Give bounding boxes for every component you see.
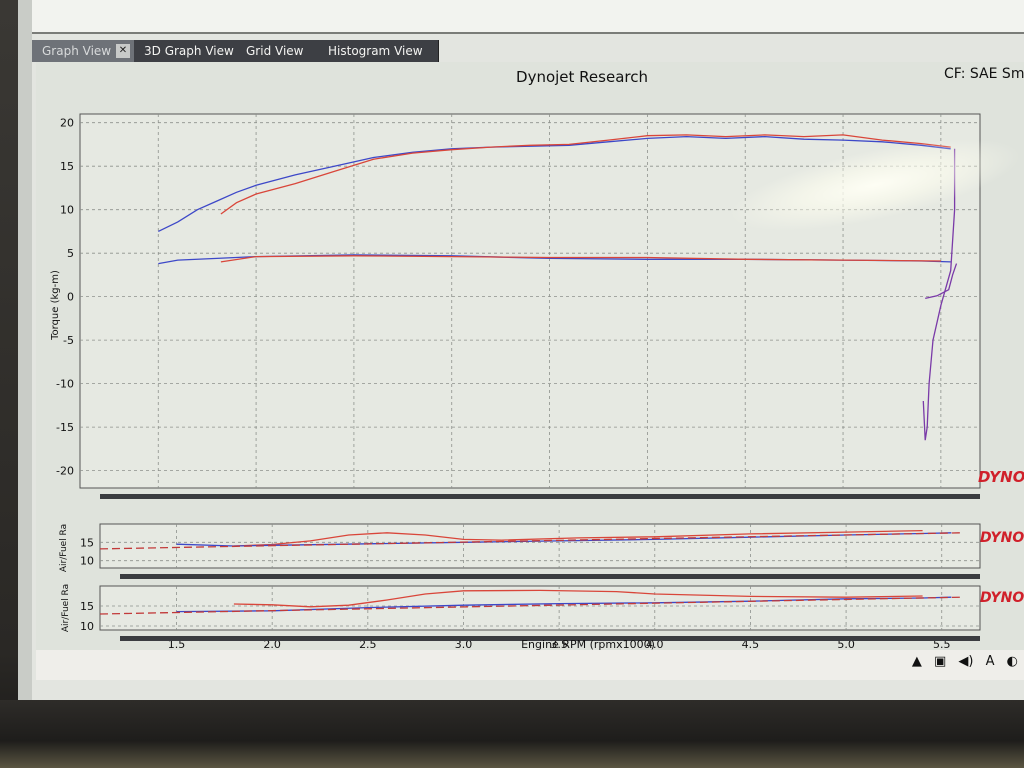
- y-tick-label: -5: [63, 334, 74, 347]
- network-icon[interactable]: ▣: [934, 654, 946, 669]
- y-tick-label: 15: [80, 600, 94, 613]
- correction-factor-label: CF: SAE Sm: [944, 66, 1024, 82]
- dyno-logo-1: DYNO: [978, 468, 1024, 486]
- clock-icon[interactable]: ◐: [1007, 654, 1018, 669]
- y-tick-label: 10: [80, 620, 94, 633]
- panel-divider-bar: [120, 574, 980, 579]
- dyno-logo-3: DYNO: [980, 590, 1024, 606]
- graph-title: Dynojet Research: [516, 68, 648, 86]
- afr2-axis-label: Air/Fuel Ra: [61, 584, 71, 632]
- ime-a-icon[interactable]: A: [986, 654, 995, 669]
- afr1-axis-label: Air/Fuel Ra: [59, 524, 69, 572]
- desk-stand: [0, 700, 1024, 768]
- y-tick-label: -10: [56, 378, 74, 391]
- plot-frame: [79, 113, 981, 489]
- y-tick-label: 10: [60, 204, 74, 217]
- y-tick-label: 15: [80, 536, 94, 549]
- y-tick-label: 15: [60, 160, 74, 173]
- y-tick-label: 5: [67, 247, 74, 260]
- plot-frame: [99, 585, 981, 631]
- dyno-graph: Dynojet Research CF: SAE Sm 20 15 10 5 0 -5 -1…: [36, 62, 1024, 651]
- y-tick-label: 20: [60, 117, 74, 130]
- torque-panel: 20 15 10 5 0 -5 -10 -15 -20: [56, 113, 981, 499]
- y-tick-label: -20: [56, 465, 74, 478]
- dyno-logo-2: DYNO: [980, 530, 1024, 546]
- y-tick-label: 0: [67, 291, 74, 304]
- x-axis-label: Engine RPM (rpmx1000): [521, 638, 655, 651]
- torque-axis-label: Torque (kg-m): [50, 270, 61, 341]
- up-arrow-icon[interactable]: ▲: [912, 654, 922, 669]
- system-tray: ▲ ▣ ◀) A ◐: [904, 654, 1018, 674]
- panel-divider-bar: [100, 494, 980, 499]
- y-tick-label: 10: [80, 555, 94, 568]
- speaker-icon[interactable]: ◀): [958, 654, 973, 669]
- y-tick-label: -15: [56, 421, 74, 434]
